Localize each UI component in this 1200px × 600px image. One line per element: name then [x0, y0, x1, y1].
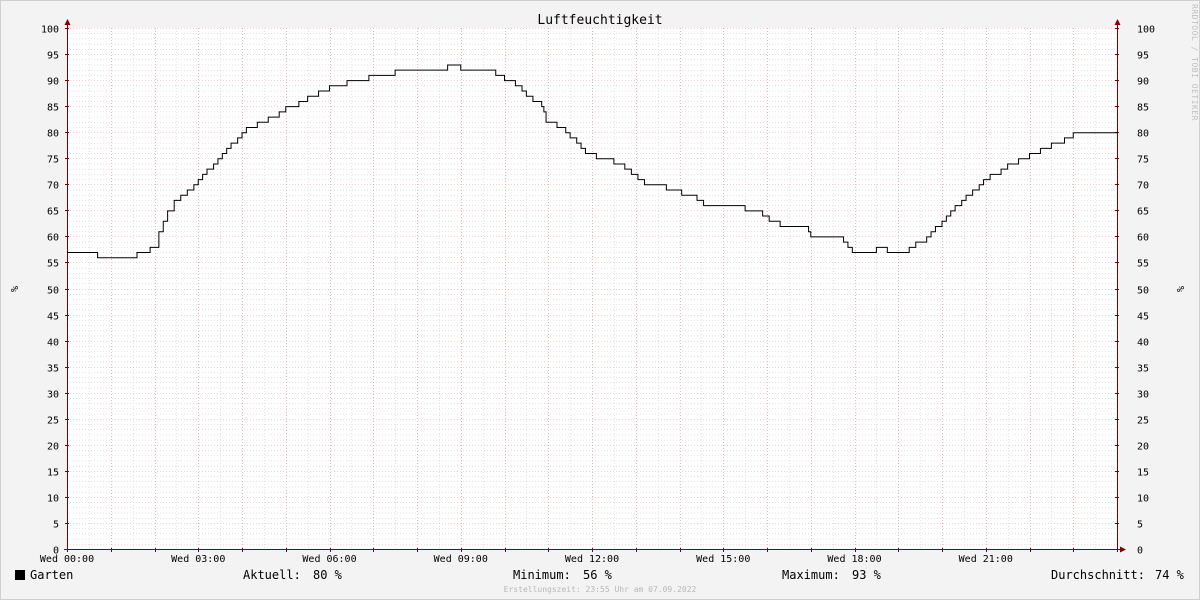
legend-max-value: 93 %	[852, 568, 881, 582]
y-tick-label-right: 60	[1137, 233, 1149, 244]
legend-series-name: Garten	[30, 568, 74, 582]
x-tick-label: Wed 15:00	[696, 554, 750, 565]
legend-swatch-garten	[15, 570, 25, 580]
y-tick-label-right: 35	[1137, 364, 1149, 375]
y-tick-label-left: 80	[47, 129, 59, 140]
y-tick-label-left: 15	[47, 468, 59, 479]
y-tick-label-left: 100	[41, 25, 59, 36]
y-tick-label-right: 25	[1137, 416, 1149, 427]
y-tick-label-right: 90	[1137, 77, 1149, 88]
x-tick-label: Wed 18:00	[827, 554, 881, 565]
y-tick-label-right: 20	[1137, 442, 1149, 453]
legend-current-label: Aktuell:	[243, 568, 301, 582]
y-tick-label-left: 65	[47, 207, 59, 218]
y-tick-label-right: 55	[1137, 259, 1149, 270]
y-axis-label-left: %	[8, 286, 19, 292]
x-tick-label: Wed 09:00	[434, 554, 488, 565]
y-tick-label-left: 95	[47, 51, 59, 62]
x-tick-label: Wed 00:00	[40, 554, 94, 565]
y-tick-label-right: 0	[1137, 546, 1143, 557]
y-tick-label-right: 95	[1137, 51, 1149, 62]
y-tick-label-right: 30	[1137, 390, 1149, 401]
y-tick-label-right: 50	[1137, 286, 1149, 297]
rrdtool-watermark: RRDTOOL / TOBI OETIKER	[1190, 4, 1199, 121]
legend-avg-value: 74 %	[1155, 568, 1184, 582]
y-tick-label-left: 90	[47, 77, 59, 88]
x-tick-label: Wed 12:00	[565, 554, 619, 565]
y-tick-label-left: 85	[47, 103, 59, 114]
y-tick-label-left: 50	[47, 286, 59, 297]
y-tick-label-left: 75	[47, 155, 59, 166]
y-tick-label-right: 85	[1137, 103, 1149, 114]
y-tick-label-left: 60	[47, 233, 59, 244]
y-tick-label-right: 45	[1137, 312, 1149, 323]
legend-current-value: 80 %	[313, 568, 342, 582]
y-tick-label-left: 20	[47, 442, 59, 453]
y-tick-label-right: 10	[1137, 494, 1149, 505]
legend-avg-label: Durchschnitt:	[1051, 568, 1145, 582]
y-tick-label-right: 65	[1137, 207, 1149, 218]
y-tick-label-left: 30	[47, 390, 59, 401]
legend-min-value: 56 %	[583, 568, 612, 582]
y-tick-label-right: 75	[1137, 155, 1149, 166]
x-axis-arrow	[1120, 546, 1126, 553]
y-axis-arrow-right	[1114, 19, 1121, 25]
y-tick-label-right: 70	[1137, 181, 1149, 192]
legend-max-label: Maximum:	[782, 568, 840, 582]
y-tick-label-left: 35	[47, 364, 59, 375]
legend-min-label: Minimum:	[513, 568, 571, 582]
chart-canvas: 0 05 510 1015 1520 2025 2530 3035 3540 4045 4550 50…	[8, 13, 1185, 565]
y-tick-label-left: 40	[47, 338, 59, 349]
y-axis-label-right: %	[1174, 286, 1185, 292]
plot-area	[67, 28, 1117, 549]
y-tick-label-left: 10	[47, 494, 59, 505]
creation-time-note: Erstellungszeit: 23:55 Uhr am 07.09.2022	[503, 585, 697, 594]
y-axis-arrow-left	[64, 19, 71, 25]
y-tick-label-right: 100	[1137, 25, 1155, 36]
y-tick-label-left: 45	[47, 312, 59, 323]
y-tick-label-right: 5	[1137, 520, 1143, 531]
y-tick-label-right: 80	[1137, 129, 1149, 140]
y-tick-label-left: 55	[47, 259, 59, 270]
x-tick-label: Wed 06:00	[302, 554, 356, 565]
y-tick-label-left: 25	[47, 416, 59, 427]
x-tick-label: Wed 03:00	[171, 554, 225, 565]
chart-title: Luftfeuchtigkeit	[537, 13, 662, 28]
y-tick-label-left: 70	[47, 181, 59, 192]
x-tick-label: Wed 21:00	[959, 554, 1013, 565]
y-tick-label-left: 5	[53, 520, 59, 531]
y-tick-label-right: 40	[1137, 338, 1149, 349]
y-tick-label-right: 15	[1137, 468, 1149, 479]
